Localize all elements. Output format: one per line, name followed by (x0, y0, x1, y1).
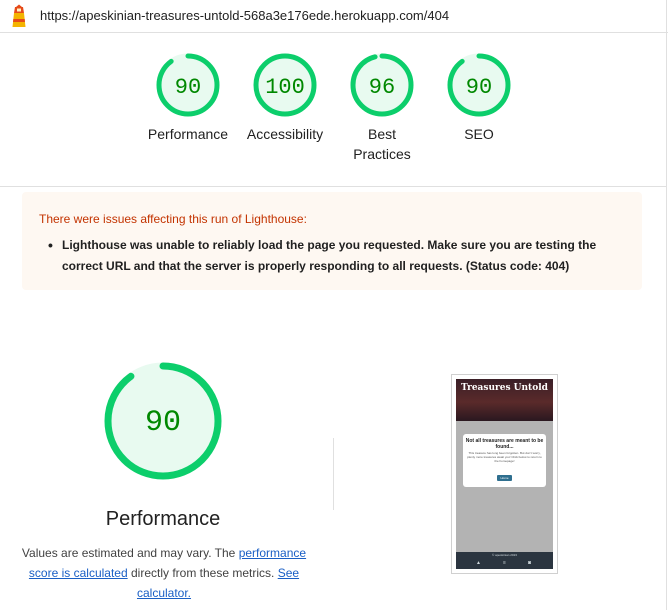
gauge-label: SEO (464, 126, 494, 142)
final-screenshot[interactable]: Treasures Untold Not all treasures are m… (451, 374, 558, 574)
warning-title: There were issues affecting this run of … (39, 212, 307, 226)
screenshot-card: Not all treasures are meant to be found.… (463, 434, 546, 487)
bullet-icon: • (48, 237, 53, 253)
basket-icon: ◙ (527, 560, 532, 566)
window-edge (666, 0, 667, 610)
gauge-ring: 100 (253, 53, 317, 117)
performance-title: Performance (105, 508, 221, 530)
screenshot-home-button: Home (497, 475, 512, 481)
gauge-ring: 90 (447, 53, 511, 117)
screenshot-hero-title: Treasures Untold (461, 383, 548, 393)
performance-score: 90 (145, 406, 181, 440)
gauge-ring: 90 (156, 53, 220, 117)
gauge-score: 90 (466, 75, 492, 100)
gauge-2[interactable]: 96 Best Practices (337, 52, 427, 164)
screenshot-footer-text: © apeskinian 2023 (492, 553, 517, 557)
gauge-label: Performance (147, 126, 229, 142)
warning-item: Lighthouse was unable to reliably load t… (62, 238, 597, 273)
gauge-label: Accessibility (246, 126, 324, 142)
gauge-score: 96 (369, 75, 395, 100)
vertical-divider (333, 438, 334, 510)
note-text-2: directly from these metrics. (130, 566, 275, 580)
section-divider (0, 186, 666, 187)
gauge-score: 90 (175, 75, 201, 100)
warning-list: • Lighthouse was unable to reliably load… (48, 235, 622, 277)
screenshot-canvas: Treasures Untold Not all treasures are m… (456, 379, 553, 569)
warning-box: There were issues affecting this run of … (22, 192, 642, 290)
gauge-ring: 96 (350, 53, 414, 117)
menu-icon: ≡ (503, 560, 506, 566)
screenshot-card-title: Not all treasures are meant to be found.… (465, 438, 544, 450)
ship-icon: ▲ (476, 560, 481, 566)
gauge-0[interactable]: 90 Performance (143, 52, 233, 144)
screenshot-hero: Treasures Untold (456, 379, 553, 421)
performance-gauge: 90 (104, 362, 222, 480)
url-text[interactable]: https://apeskinian-treasures-untold-568a… (40, 8, 449, 23)
lighthouse-logo-icon (12, 4, 26, 27)
gauge-3[interactable]: 90 SEO (434, 52, 524, 144)
screenshot-footer: © apeskinian 2023 ▲ ≡ ◙ (456, 552, 553, 569)
note-text-1: Values are estimated and may vary. The (21, 546, 236, 560)
gauge-score: 100 (265, 75, 305, 100)
performance-note: Values are estimated and may vary. The p… (14, 543, 314, 603)
gauge-label: Best Practices (353, 126, 411, 162)
screenshot-card-text: This treasure has long been forgotten. B… (467, 451, 542, 463)
browser-bar: https://apeskinian-treasures-untold-568a… (0, 0, 668, 33)
gauge-1[interactable]: 100 Accessibility (240, 52, 330, 144)
